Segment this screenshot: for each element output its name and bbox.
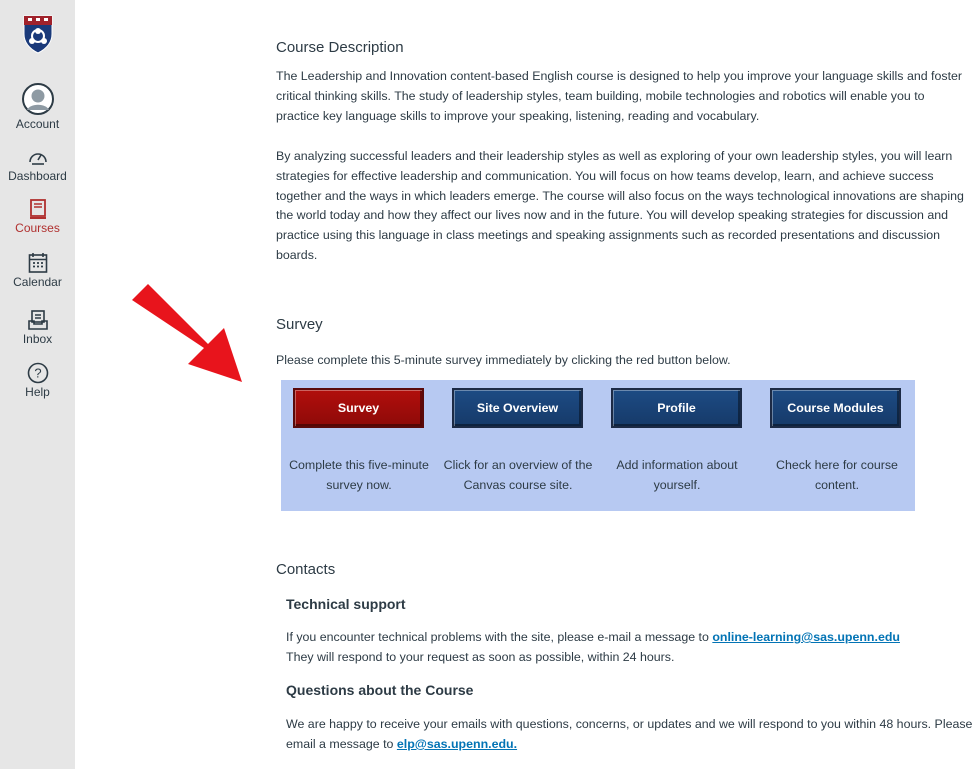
dashboard-icon	[28, 153, 47, 165]
survey-intro: Please complete this 5-minute survey imm…	[276, 353, 731, 367]
technical-support-text: If you encounter technical problems with…	[286, 628, 974, 648]
course-questions-heading: Questions about the Course	[286, 682, 474, 698]
course-description-heading: Course Description	[276, 39, 404, 56]
nav-help-label: Help	[25, 385, 50, 399]
nav-help[interactable]: ? Help	[0, 362, 75, 399]
description-paragraph-1: The Leadership and Innovation content-ba…	[276, 69, 963, 123]
course-modules-button[interactable]: Course Modules	[770, 388, 901, 428]
calendar-icon	[28, 253, 47, 273]
account-icon	[21, 83, 54, 115]
nav-dashboard[interactable]: Dashboard	[0, 146, 75, 183]
courses-icon	[29, 199, 46, 219]
course-questions-text: We are happy to receive your emails with…	[286, 715, 974, 755]
inbox-icon	[27, 310, 48, 330]
course-questions-text-body: We are happy to receive your emails with…	[286, 717, 973, 751]
nav-account-label: Account	[15, 117, 60, 131]
nav-courses[interactable]: Courses	[0, 198, 75, 235]
red-arrow-icon	[132, 284, 242, 382]
nav-account[interactable]: Account	[0, 82, 75, 131]
nav-inbox[interactable]: Inbox	[0, 309, 75, 346]
nav-courses-label: Courses	[15, 221, 60, 235]
online-learning-email-link[interactable]: online-learning@sas.upenn.edu	[712, 630, 900, 644]
site-overview-description: Click for an overview of the Canvas cour…	[443, 458, 593, 492]
button-panel: Survey Site Overview Profile Course Modu…	[281, 380, 915, 511]
help-icon: ?	[27, 362, 48, 384]
contacts-heading: Contacts	[276, 561, 336, 578]
profile-button[interactable]: Profile	[611, 388, 742, 428]
technical-support-response-text: They will respond to your request as soo…	[286, 650, 675, 664]
university-logo[interactable]	[22, 14, 54, 54]
description-paragraph-2: By analyzing successful leaders and thei…	[276, 149, 964, 262]
nav-inbox-label: Inbox	[22, 332, 53, 346]
nav-calendar[interactable]: Calendar	[0, 252, 75, 289]
nav-calendar-label: Calendar	[13, 275, 62, 289]
technical-support-heading: Technical support	[286, 596, 406, 612]
nav-dashboard-label: Dashboard	[8, 169, 67, 183]
site-overview-button[interactable]: Site Overview	[452, 388, 583, 428]
elp-email-link[interactable]: elp@sas.upenn.edu.	[397, 737, 517, 751]
survey-heading: Survey	[276, 316, 323, 333]
survey-button[interactable]: Survey	[293, 388, 424, 428]
survey-button-description: Complete this five-minute survey now.	[289, 458, 429, 492]
svg-text:?: ?	[34, 366, 41, 381]
course-modules-description: Check here for course content.	[776, 458, 898, 492]
global-nav: Account Dashboard Courses Calendar Inbox…	[0, 0, 75, 769]
profile-description: Add information about yourself.	[616, 458, 738, 492]
technical-support-text-start: If you encounter technical problems with…	[286, 630, 713, 644]
